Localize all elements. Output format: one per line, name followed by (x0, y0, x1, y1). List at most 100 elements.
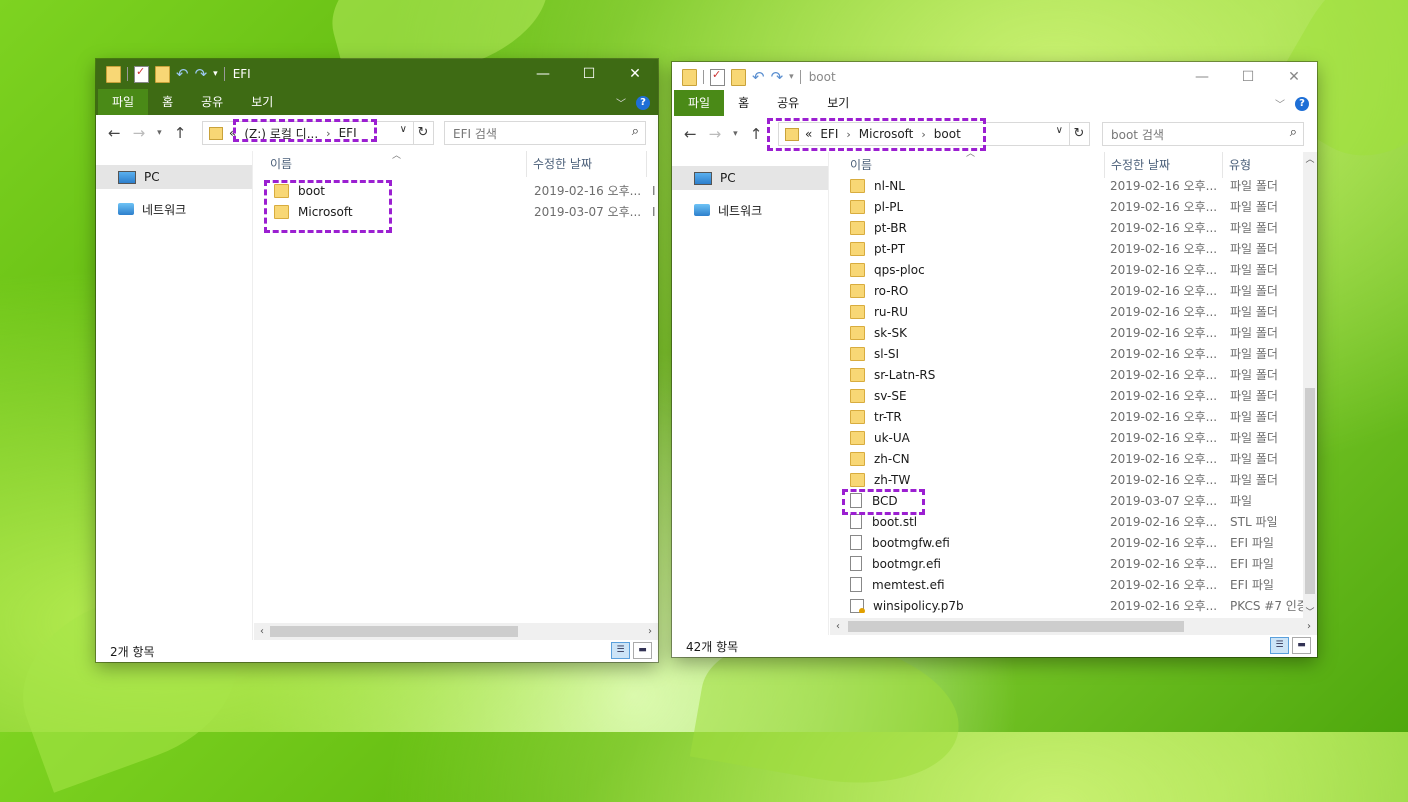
list-item[interactable]: sr-Latn-RS 2019-02-16 오후... 파일 폴더 (830, 364, 1317, 385)
list-item[interactable]: memtest.efi 2019-02-16 오후... EFI 파일 (830, 574, 1317, 595)
list-item[interactable]: zh-CN 2019-02-16 오후... 파일 폴더 (830, 448, 1317, 469)
list-item[interactable]: sv-SE 2019-02-16 오후... 파일 폴더 (830, 385, 1317, 406)
nav-item-pc[interactable]: PC (96, 165, 252, 189)
nav-item-network[interactable]: 네트워크 (96, 197, 252, 221)
tab-view[interactable]: 보기 (237, 89, 287, 115)
list-item[interactable]: ro-RO 2019-02-16 오후... 파일 폴더 (830, 280, 1317, 301)
list-item[interactable]: sl-SI 2019-02-16 오후... 파일 폴더 (830, 343, 1317, 364)
tab-file[interactable]: 파일 (674, 90, 725, 116)
customize-toolbar-dropdown[interactable]: ▾ (213, 69, 218, 79)
properties-icon[interactable] (710, 68, 725, 86)
list-item[interactable]: pt-BR 2019-02-16 오후... 파일 폴더 (830, 217, 1317, 238)
search-box[interactable]: EFI 검색 ⌕ (444, 121, 646, 145)
scrollbar-thumb[interactable] (270, 626, 518, 637)
redo-icon[interactable]: ↷ (771, 68, 784, 86)
list-item[interactable]: bootmgfw.efi 2019-02-16 오후... EFI 파일 (830, 532, 1317, 553)
large-icons-view-icon[interactable]: ▬ (1292, 637, 1311, 654)
tab-view[interactable]: 보기 (813, 90, 863, 116)
address-dropdown-icon[interactable]: ∨ (1056, 125, 1063, 136)
scrollbar-thumb[interactable] (1305, 388, 1315, 594)
tab-home[interactable]: 홈 (724, 90, 763, 116)
list-item[interactable]: sk-SK 2019-02-16 오후... 파일 폴더 (830, 322, 1317, 343)
tab-share[interactable]: 공유 (187, 89, 237, 115)
address-overflow[interactable]: « (805, 127, 812, 141)
tab-home[interactable]: 홈 (148, 89, 187, 115)
new-folder-icon[interactable] (731, 68, 746, 86)
help-icon[interactable]: ? (1295, 96, 1309, 111)
search-box[interactable]: boot 검색 ⌕ (1102, 122, 1304, 146)
list-item[interactable]: BCD 2019-03-07 오후... 파일 (830, 490, 1317, 511)
close-button[interactable]: ✕ (1271, 62, 1317, 92)
list-item[interactable]: uk-UA 2019-02-16 오후... 파일 폴더 (830, 427, 1317, 448)
list-item[interactable]: bootmgr.efi 2019-02-16 오후... EFI 파일 (830, 553, 1317, 574)
list-item[interactable]: tr-TR 2019-02-16 오후... 파일 폴더 (830, 406, 1317, 427)
list-item[interactable]: qps-ploc 2019-02-16 오후... 파일 폴더 (830, 259, 1317, 280)
nav-item-pc[interactable]: PC (672, 166, 828, 190)
scroll-right-icon[interactable]: › (642, 623, 658, 640)
minimize-button[interactable]: — (520, 59, 566, 89)
back-arrow-icon[interactable]: ← (108, 124, 121, 142)
address-segment-efi[interactable]: EFI (820, 127, 838, 141)
scroll-left-icon[interactable]: ‹ (254, 623, 270, 640)
details-view-icon[interactable]: ☰ (611, 642, 630, 659)
refresh-icon[interactable]: ↻ (413, 121, 434, 145)
scroll-right-icon[interactable]: › (1301, 618, 1317, 635)
list-item[interactable]: winsipolicy.p7b 2019-02-16 오후... PKCS #7 인… (830, 595, 1317, 616)
search-icon[interactable]: ⌕ (632, 124, 639, 139)
list-item[interactable]: zh-TW 2019-02-16 오후... 파일 폴더 (830, 469, 1317, 490)
column-header-name[interactable]: 이름 (264, 151, 292, 177)
up-arrow-icon[interactable]: ↑ (174, 124, 187, 142)
forward-arrow-icon[interactable]: → (709, 125, 722, 143)
maximize-button[interactable]: ☐ (1225, 62, 1271, 92)
list-item[interactable]: nl-NL 2019-02-16 오후... 파일 폴더 (830, 175, 1317, 196)
scroll-left-icon[interactable]: ‹ (830, 618, 846, 635)
close-button[interactable]: ✕ (612, 59, 658, 89)
customize-toolbar-dropdown[interactable]: ▾ (789, 72, 794, 82)
vertical-scrollbar[interactable]: ︿ ﹀ (1303, 152, 1317, 618)
list-item[interactable]: pl-PL 2019-02-16 오후... 파일 폴더 (830, 196, 1317, 217)
forward-arrow-icon[interactable]: → (133, 124, 146, 142)
refresh-icon[interactable]: ↻ (1069, 122, 1090, 146)
horizontal-scrollbar[interactable]: ‹ › (830, 618, 1317, 635)
undo-icon[interactable]: ↶ (176, 65, 189, 83)
address-dropdown-icon[interactable]: ∨ (400, 124, 407, 135)
horizontal-scrollbar[interactable]: ‹ › (254, 623, 658, 640)
address-segment-efi[interactable]: EFI (339, 126, 357, 140)
address-overflow[interactable]: « (229, 126, 236, 140)
expand-ribbon-icon[interactable]: ﹀ (616, 95, 626, 110)
address-bar[interactable]: « (Z:) 로컬 디... › EFI ∨ (202, 121, 414, 145)
address-bar[interactable]: « EFI › Microsoft › boot ∨ (778, 122, 1070, 146)
title-bar[interactable]: ↶ ↷ ▾ EFI — ☐ ✕ (96, 59, 658, 89)
list-item[interactable]: pt-PT 2019-02-16 오후... 파일 폴더 (830, 238, 1317, 259)
up-arrow-icon[interactable]: ↑ (750, 125, 763, 143)
help-icon[interactable]: ? (636, 95, 650, 110)
search-icon[interactable]: ⌕ (1290, 125, 1297, 140)
properties-icon[interactable] (134, 65, 149, 83)
tab-share[interactable]: 공유 (763, 90, 813, 116)
tab-file[interactable]: 파일 (98, 89, 149, 115)
list-item[interactable]: ru-RU 2019-02-16 오후... 파일 폴더 (830, 301, 1317, 322)
details-view-icon[interactable]: ☰ (1270, 637, 1289, 654)
address-segment-drive[interactable]: (Z:) 로컬 디... (244, 125, 318, 142)
expand-ribbon-icon[interactable]: ﹀ (1275, 96, 1285, 111)
recent-locations-chevron-icon[interactable]: ▾ (157, 128, 162, 138)
address-segment-microsoft[interactable]: Microsoft (859, 127, 914, 141)
minimize-button[interactable]: — (1179, 62, 1225, 92)
new-folder-icon[interactable] (155, 65, 170, 83)
scroll-up-icon[interactable]: ︿ (1303, 152, 1317, 165)
column-header-type[interactable] (646, 151, 658, 177)
title-bar[interactable]: ↶ ↷ ▾ boot — ☐ ✕ (672, 62, 1317, 92)
large-icons-view-icon[interactable]: ▬ (633, 642, 652, 659)
undo-icon[interactable]: ↶ (752, 68, 765, 86)
scroll-down-icon[interactable]: ﹀ (1303, 605, 1317, 618)
scrollbar-thumb[interactable] (848, 621, 1184, 632)
back-arrow-icon[interactable]: ← (684, 125, 697, 143)
maximize-button[interactable]: ☐ (566, 59, 612, 89)
list-item[interactable]: boot.stl 2019-02-16 오후... STL 파일 (830, 511, 1317, 532)
redo-icon[interactable]: ↷ (195, 65, 208, 83)
nav-item-network[interactable]: 네트워크 (672, 198, 828, 222)
recent-locations-chevron-icon[interactable]: ▾ (733, 129, 738, 139)
address-segment-boot[interactable]: boot (934, 127, 961, 141)
list-item[interactable]: Microsoft 2019-03-07 오후... I (254, 201, 658, 222)
column-header-modified[interactable]: 수정한 날짜 (526, 151, 643, 177)
